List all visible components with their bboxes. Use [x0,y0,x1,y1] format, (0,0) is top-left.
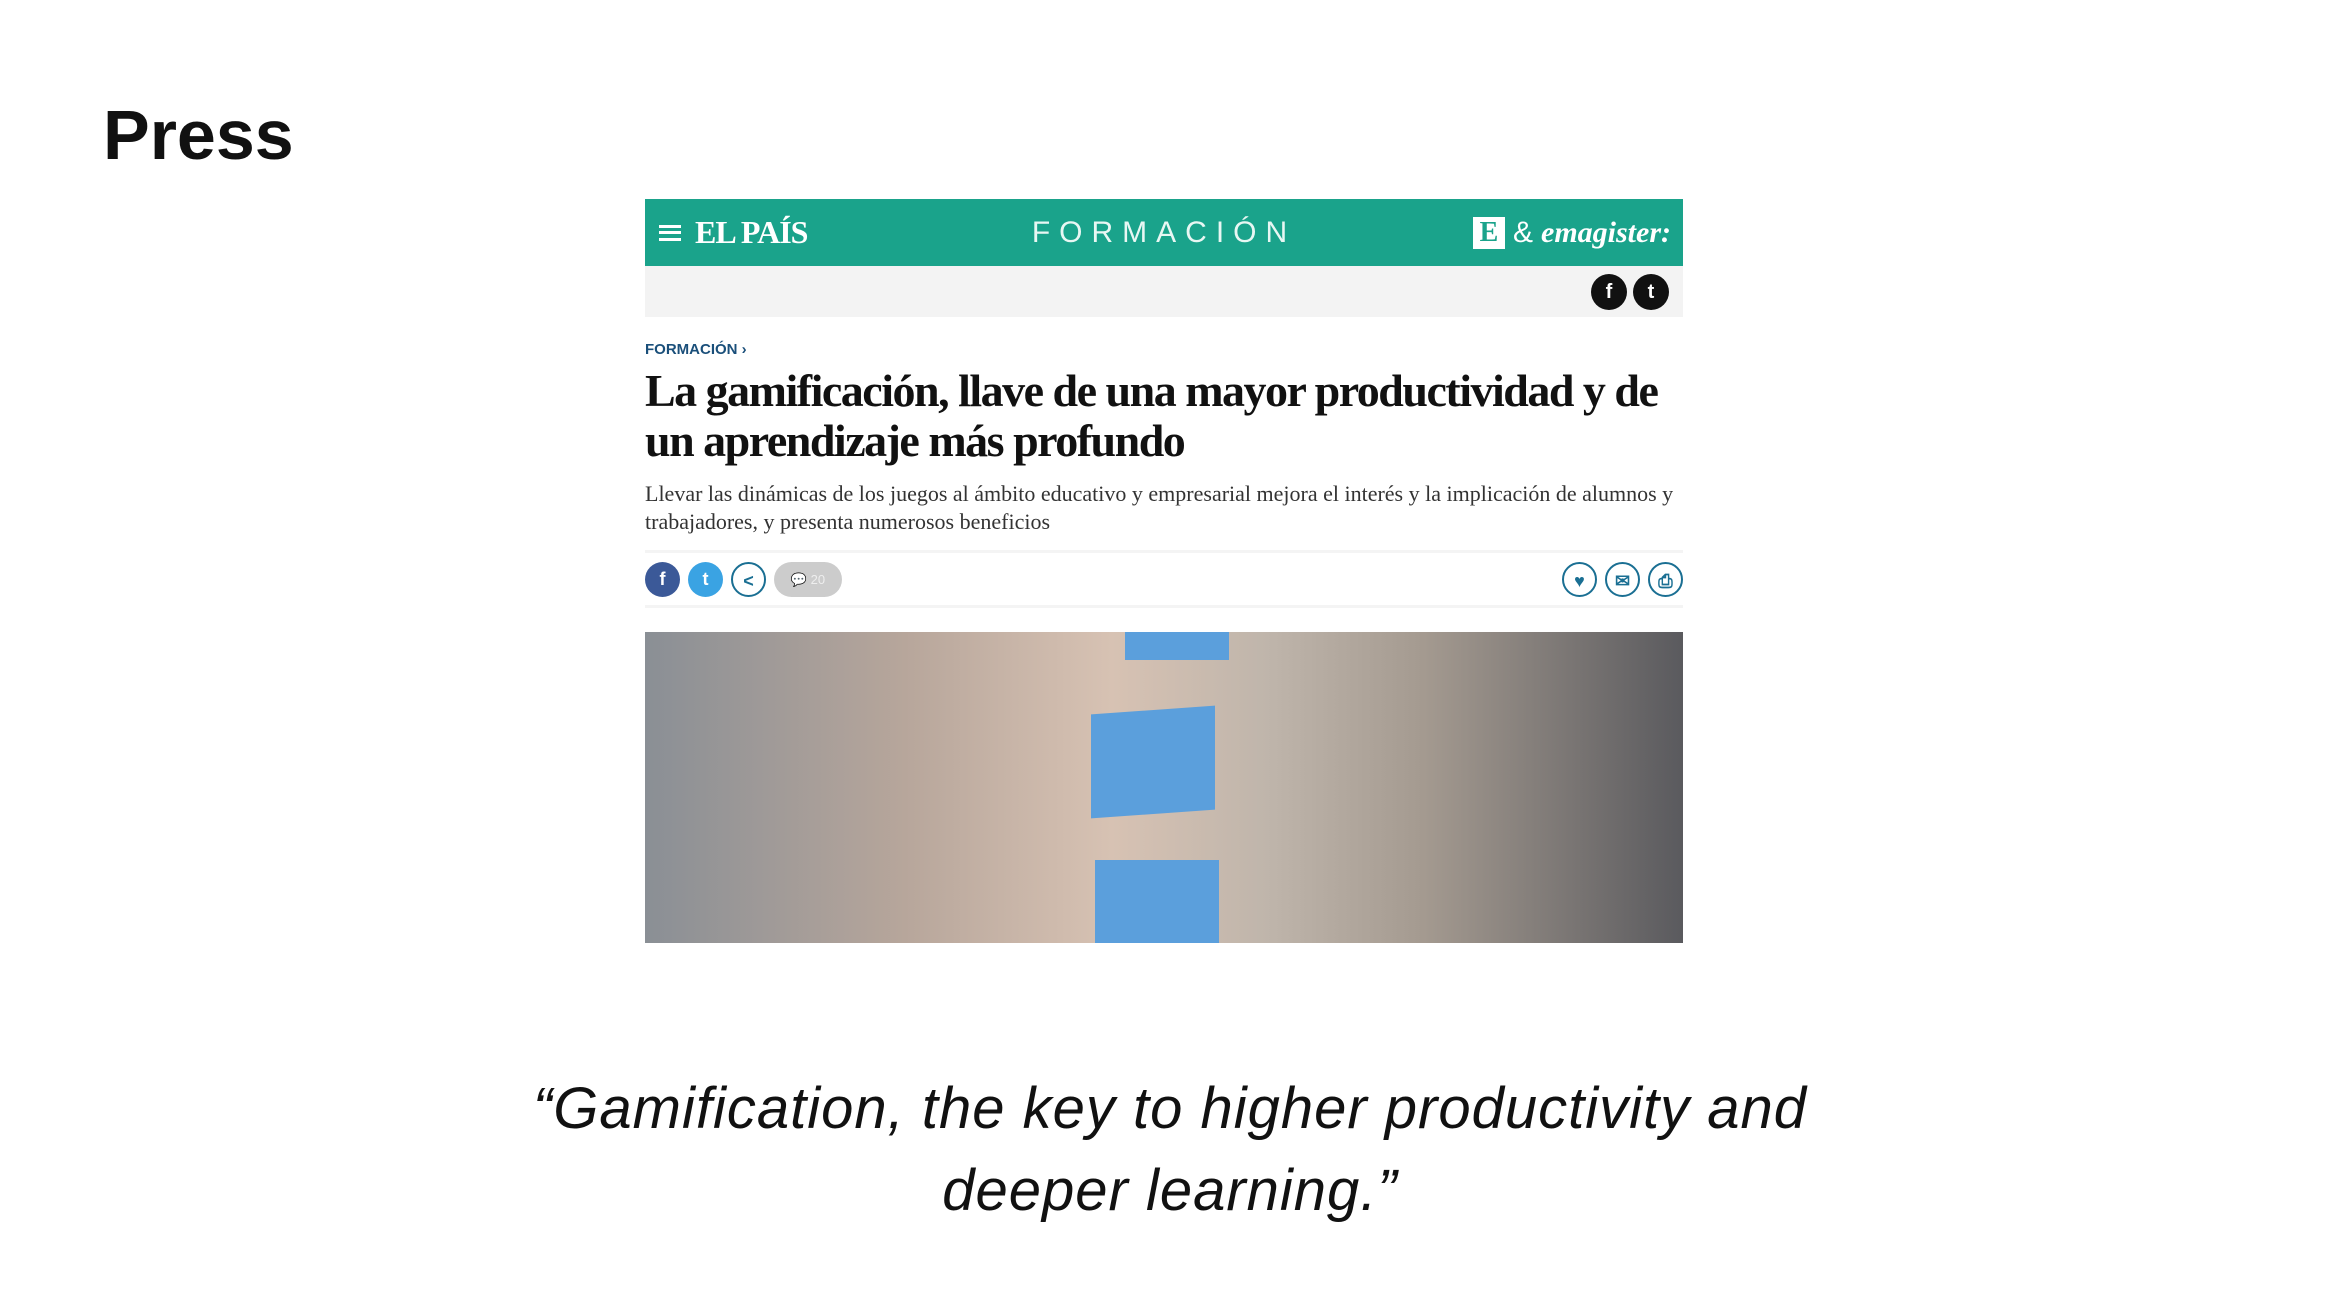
heart-icon[interactable]: ♥ [1562,561,1597,597]
blue-block [1095,860,1219,943]
twitter-share-icon[interactable]: t [688,561,723,597]
blue-block [1125,632,1229,660]
email-icon[interactable]: ✉ [1605,561,1640,597]
comments-button[interactable]: 💬 20 [774,561,842,597]
article-photo [645,632,1683,943]
partner-logo: E & emagister: [1473,216,1671,250]
quote-line: deeper learning.” [942,1158,1398,1223]
facebook-icon[interactable]: f [1591,273,1627,310]
slide-title: Press [103,96,294,174]
twitter-icon[interactable]: t [1633,273,1669,310]
quote-line: “Gamification, the key to higher product… [532,1076,1808,1141]
article-screenshot: EL PAÍS FORMACIÓN E & emagister: f t FOR… [645,199,1683,943]
blue-block [1091,705,1215,819]
emagister-logo: emagister: [1541,215,1671,249]
press-quote: “Gamification, the key to higher product… [0,1068,2340,1232]
share-icon[interactable]: < [731,561,766,597]
print-icon[interactable]: ⎙ [1648,561,1683,597]
subheadline: Llevar las dinámicas de los juegos al ám… [645,481,1674,534]
social-bar: f t [645,266,1683,317]
headline: La gamificación, llave de una mayor prod… [645,365,1659,466]
breadcrumb[interactable]: FORMACIÓN › [645,341,1683,358]
ampersand: & [1513,215,1534,249]
el-pais-e-logo: E [1473,216,1505,249]
share-toolbar: f t < 💬 20 ♥ ✉ ⎙ [645,550,1683,608]
comment-count: 20 [810,571,826,587]
facebook-share-icon[interactable]: f [645,561,680,597]
site-header: EL PAÍS FORMACIÓN E & emagister: [645,199,1683,266]
